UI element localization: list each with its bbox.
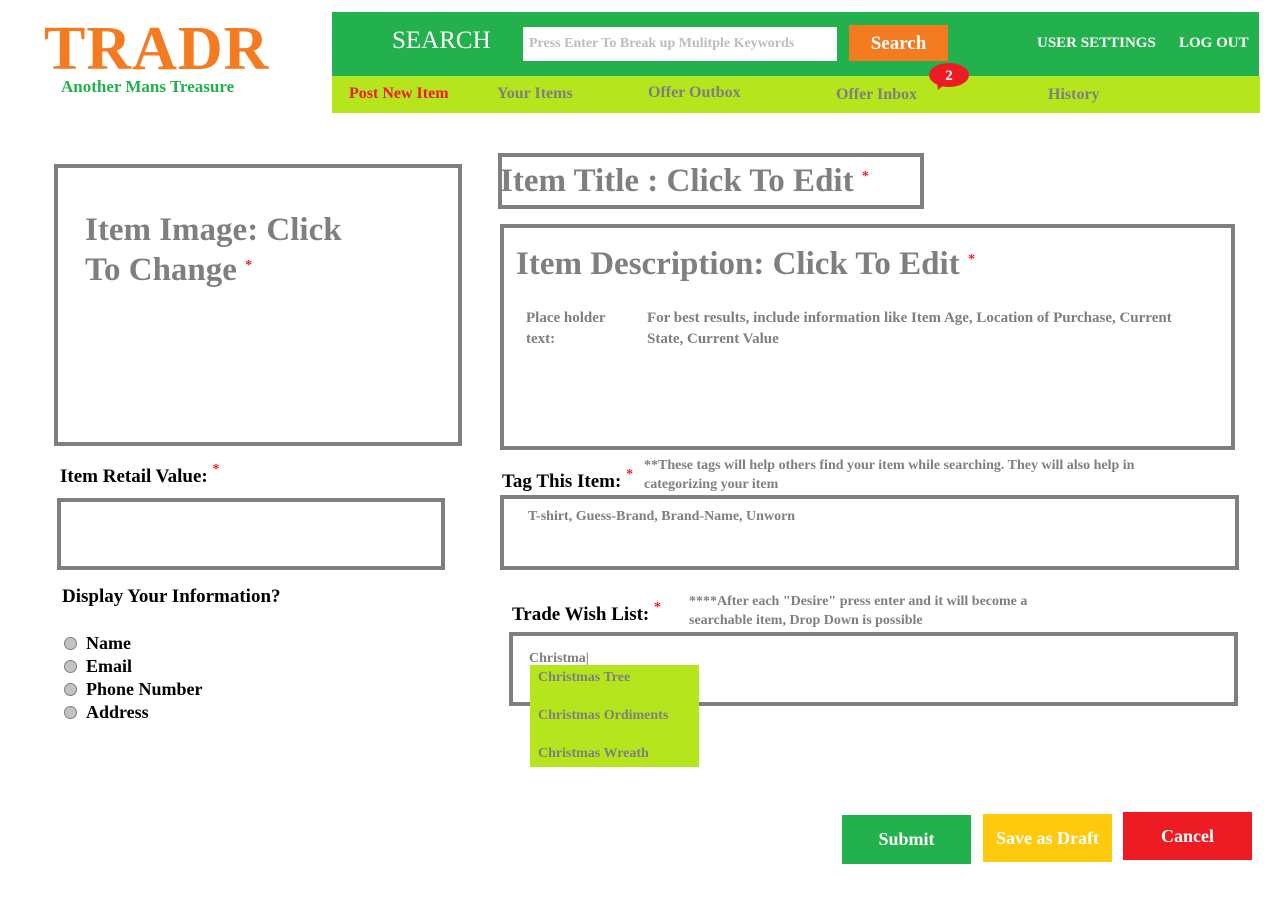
retail-value-label-wrap: Item Retail Value: *: [60, 462, 220, 488]
display-info-label: Display Your Information?: [62, 586, 281, 607]
nav-your-items[interactable]: Your Items: [497, 85, 573, 103]
description-placeholder-label: Place holder text:: [526, 310, 606, 347]
item-image-line2: To Change: [85, 252, 237, 288]
app-logo[interactable]: TRADR: [44, 14, 269, 84]
nav-bar: [332, 76, 1260, 113]
display-option-label: Name: [86, 633, 131, 653]
wish-list-label: Trade Wish List:: [512, 604, 650, 625]
tag-value: T-shirt, Guess-Brand, Brand-Name, Unworn: [528, 509, 796, 524]
suggestion-item[interactable]: Christmas Ordiments: [538, 708, 668, 724]
display-option-email[interactable]: Email: [64, 656, 132, 677]
item-title-text: Item Title : Click To Edit: [500, 163, 854, 199]
tag-hint: **These tags will help others find your …: [644, 458, 1135, 492]
display-option-label: Email: [86, 656, 133, 676]
tag-input[interactable]: [500, 495, 1239, 570]
retail-value-label: Item Retail Value:: [60, 466, 208, 487]
suggestion-item[interactable]: Christmas Tree: [538, 670, 630, 686]
cancel-button[interactable]: Cancel: [1123, 812, 1252, 860]
search-button[interactable]: Search: [849, 25, 948, 61]
description-placeholder-text: For best results, include information li…: [647, 308, 1207, 350]
display-option-phone[interactable]: Phone Number: [64, 679, 203, 700]
user-settings-link[interactable]: USER SETTINGS: [1037, 35, 1156, 52]
tag-label: Tag This Item:: [502, 471, 622, 492]
save-draft-button[interactable]: Save as Draft: [983, 814, 1112, 862]
required-mark: *: [245, 258, 253, 273]
item-image-line1: Item Image: Click: [85, 212, 342, 248]
required-mark: *: [212, 462, 220, 477]
display-option-address[interactable]: Address: [64, 702, 149, 723]
display-option-label: Phone Number: [86, 679, 203, 699]
radio-button-icon[interactable]: [64, 683, 77, 696]
nav-offer-inbox[interactable]: Offer Inbox: [836, 86, 917, 104]
wish-list-label-wrap: Trade Wish List: *: [512, 600, 661, 626]
item-title-wrap: Item Title : Click To Edit *: [500, 161, 869, 201]
inbox-count: 2: [945, 68, 953, 84]
nav-post-new-item[interactable]: Post New Item: [349, 85, 449, 103]
radio-button-icon[interactable]: [64, 660, 77, 673]
required-mark: *: [861, 169, 869, 184]
description-placeholder-body: For best results, include information li…: [647, 310, 1172, 347]
tag-label-wrap: Tag This Item: *: [502, 467, 633, 493]
search-input[interactable]: [523, 27, 837, 61]
display-option-name[interactable]: Name: [64, 633, 131, 654]
search-label: SEARCH: [392, 27, 491, 54]
retail-value-input[interactable]: [57, 498, 445, 570]
nav-offer-outbox[interactable]: Offer Outbox: [648, 84, 741, 102]
log-out-link[interactable]: LOG OUT: [1179, 35, 1249, 52]
description-heading-wrap: Item Description: Click To Edit *: [516, 244, 975, 284]
required-mark: *: [626, 467, 634, 482]
radio-button-icon[interactable]: [64, 637, 77, 650]
suggestion-item[interactable]: Christmas Wreath: [538, 746, 649, 762]
submit-button[interactable]: Submit: [842, 815, 971, 864]
required-mark: *: [654, 600, 661, 615]
wish-list-hint: ****After each "Desire" press enter and …: [689, 594, 1028, 628]
description-heading: Item Description: Click To Edit: [516, 246, 960, 282]
display-option-label: Address: [86, 702, 149, 722]
nav-history[interactable]: History: [1048, 86, 1100, 104]
item-image-line2-wrap: To Change *: [85, 250, 252, 290]
app-tagline: Another Mans Treasure: [61, 77, 235, 96]
item-image-upload[interactable]: [54, 164, 462, 446]
required-mark: *: [967, 252, 975, 267]
radio-button-icon[interactable]: [64, 706, 77, 719]
